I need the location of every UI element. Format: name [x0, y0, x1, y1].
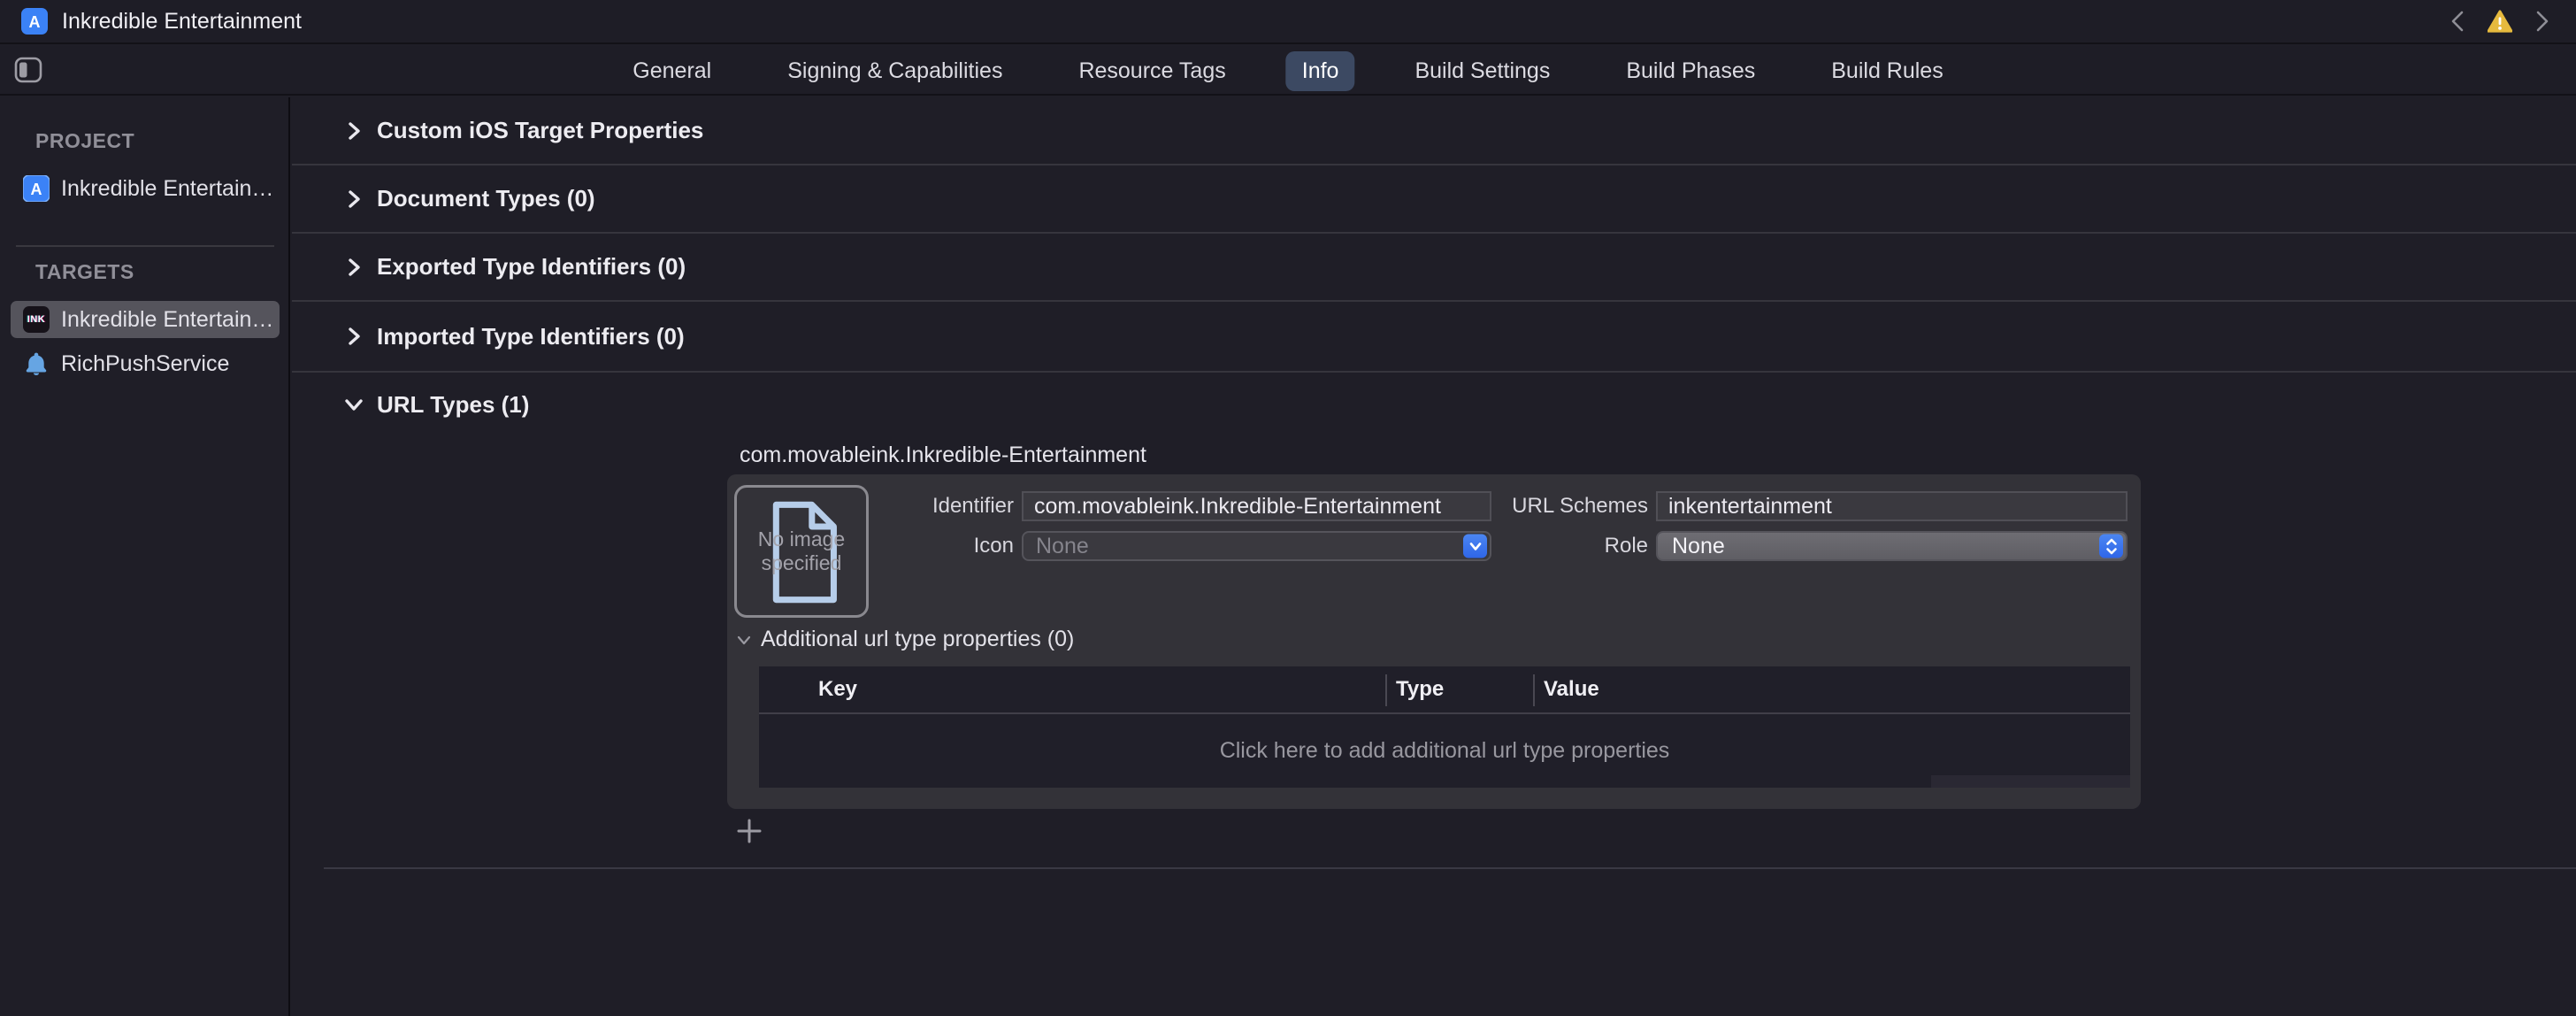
tab-signing-capabilities[interactable]: Signing & Capabilities [771, 51, 1018, 91]
back-button[interactable] [2445, 9, 2470, 34]
column-header-value: Value [1544, 666, 1599, 712]
window-titlebar: A Inkredible Entertainment [0, 0, 2576, 44]
popup-stepper-button[interactable] [2099, 535, 2123, 558]
project-targets-sidebar: PROJECT A Inkredible Entertain… TARGETS … [0, 97, 290, 1016]
add-property-placeholder[interactable]: Click here to add additional url type pr… [759, 714, 2130, 788]
app-store-a-icon: A [23, 175, 50, 202]
url-schemes-label: URL Schemes [1479, 491, 1648, 521]
section-document-types[interactable]: Document Types (0) [292, 165, 2576, 234]
sidebar-toggle-button[interactable] [14, 57, 42, 83]
editor-tab-bar: General Signing & Capabilities Resource … [617, 46, 1959, 96]
sidebar-item-target-richpushservice[interactable]: RichPushService [23, 345, 280, 382]
svg-text:A: A [31, 181, 42, 198]
chevron-left-icon [2448, 9, 2467, 34]
tab-build-settings[interactable]: Build Settings [1399, 51, 1566, 91]
issue-badge-button[interactable] [2488, 9, 2512, 34]
forward-button[interactable] [2530, 9, 2555, 34]
section-label: Custom iOS Target Properties [377, 117, 703, 144]
identifier-input[interactable] [1022, 491, 1491, 521]
sidebar-item-label: Inkredible Entertain… [61, 307, 273, 333]
column-header-type: Type [1396, 666, 1444, 712]
additional-properties-label: Additional url type properties (0) [761, 627, 1074, 652]
app-store-a-icon: A [21, 8, 48, 35]
icon-combobox[interactable]: None [1022, 531, 1491, 561]
section-imported-type-identifiers[interactable]: Imported Type Identifiers (0) [292, 302, 2576, 373]
column-separator[interactable] [1385, 674, 1387, 706]
chevron-right-icon [343, 120, 364, 142]
additional-properties-disclosure[interactable]: Additional url type properties (0) [736, 627, 1074, 652]
ink-app-badge-icon: INK [23, 306, 50, 333]
section-exported-type-identifiers[interactable]: Exported Type Identifiers (0) [292, 234, 2576, 302]
titlebar-controls [2445, 9, 2562, 34]
sidebar-item-label: Inkredible Entertain… [61, 176, 273, 202]
tab-general[interactable]: General [617, 51, 727, 91]
chevron-right-icon [343, 189, 364, 210]
tab-resource-tags[interactable]: Resource Tags [1062, 51, 1241, 91]
window-title: Inkredible Entertainment [62, 9, 302, 35]
bell-icon [23, 350, 50, 377]
project-section-header: PROJECT [35, 129, 134, 153]
section-label: Exported Type Identifiers (0) [377, 253, 686, 281]
chevron-right-icon [2533, 9, 2552, 34]
targets-section-header: TARGETS [35, 260, 134, 284]
role-label: Role [1542, 531, 1648, 561]
chevron-up-down-icon [2104, 537, 2119, 555]
icon-label: Icon [904, 531, 1014, 561]
role-popup-value: None [1658, 534, 1725, 559]
combo-dropdown-button[interactable] [1463, 535, 1487, 558]
editor-toolbar: General Signing & Capabilities Resource … [0, 46, 2576, 96]
section-label: URL Types (1) [377, 391, 529, 419]
url-type-name: com.movableink.Inkredible-Entertainment [740, 443, 1146, 468]
add-url-type-button[interactable] [734, 816, 764, 846]
sidebar-item-label: RichPushService [61, 351, 229, 377]
additional-properties-table: Key Type Value Click here to add additio… [759, 666, 2130, 788]
url-type-card: No image specified Identifier URL Scheme… [727, 474, 2141, 809]
sidebar-item-target-app[interactable]: INK Inkredible Entertain… [11, 301, 280, 338]
section-label: Imported Type Identifiers (0) [377, 323, 685, 350]
tab-build-phases[interactable]: Build Phases [1610, 51, 1771, 91]
identifier-label: Identifier [833, 491, 1014, 521]
column-separator[interactable] [1533, 674, 1535, 706]
url-schemes-input[interactable] [1656, 491, 2128, 521]
sidebar-divider [16, 245, 274, 247]
warning-triangle-icon [2488, 8, 2512, 35]
section-custom-ios-target-properties[interactable]: Custom iOS Target Properties [292, 97, 2576, 165]
chevron-down-icon [1468, 541, 1483, 551]
tab-info[interactable]: Info [1286, 51, 1355, 91]
table-header-row: Key Type Value [759, 666, 2130, 714]
no-image-text: No image specified [749, 527, 854, 575]
column-header-key: Key [818, 666, 857, 712]
icon-combobox-value: None [1024, 534, 1089, 559]
table-resize-strip [1931, 775, 2130, 788]
section-label: Document Types (0) [377, 185, 595, 212]
svg-text:A: A [29, 13, 41, 31]
role-popup-button[interactable]: None [1656, 531, 2128, 561]
chevron-down-icon [736, 633, 752, 647]
tab-build-rules[interactable]: Build Rules [1815, 51, 1959, 91]
sidebar-item-project[interactable]: A Inkredible Entertain… [23, 170, 280, 207]
section-url-types[interactable]: URL Types (1) [292, 373, 2576, 436]
section-divider [324, 867, 2576, 869]
sidebar-toggle-icon [14, 57, 42, 83]
chevron-right-icon [343, 326, 364, 347]
chevron-right-icon [343, 257, 364, 278]
plus-icon [736, 818, 763, 844]
chevron-down-icon [343, 394, 364, 415]
